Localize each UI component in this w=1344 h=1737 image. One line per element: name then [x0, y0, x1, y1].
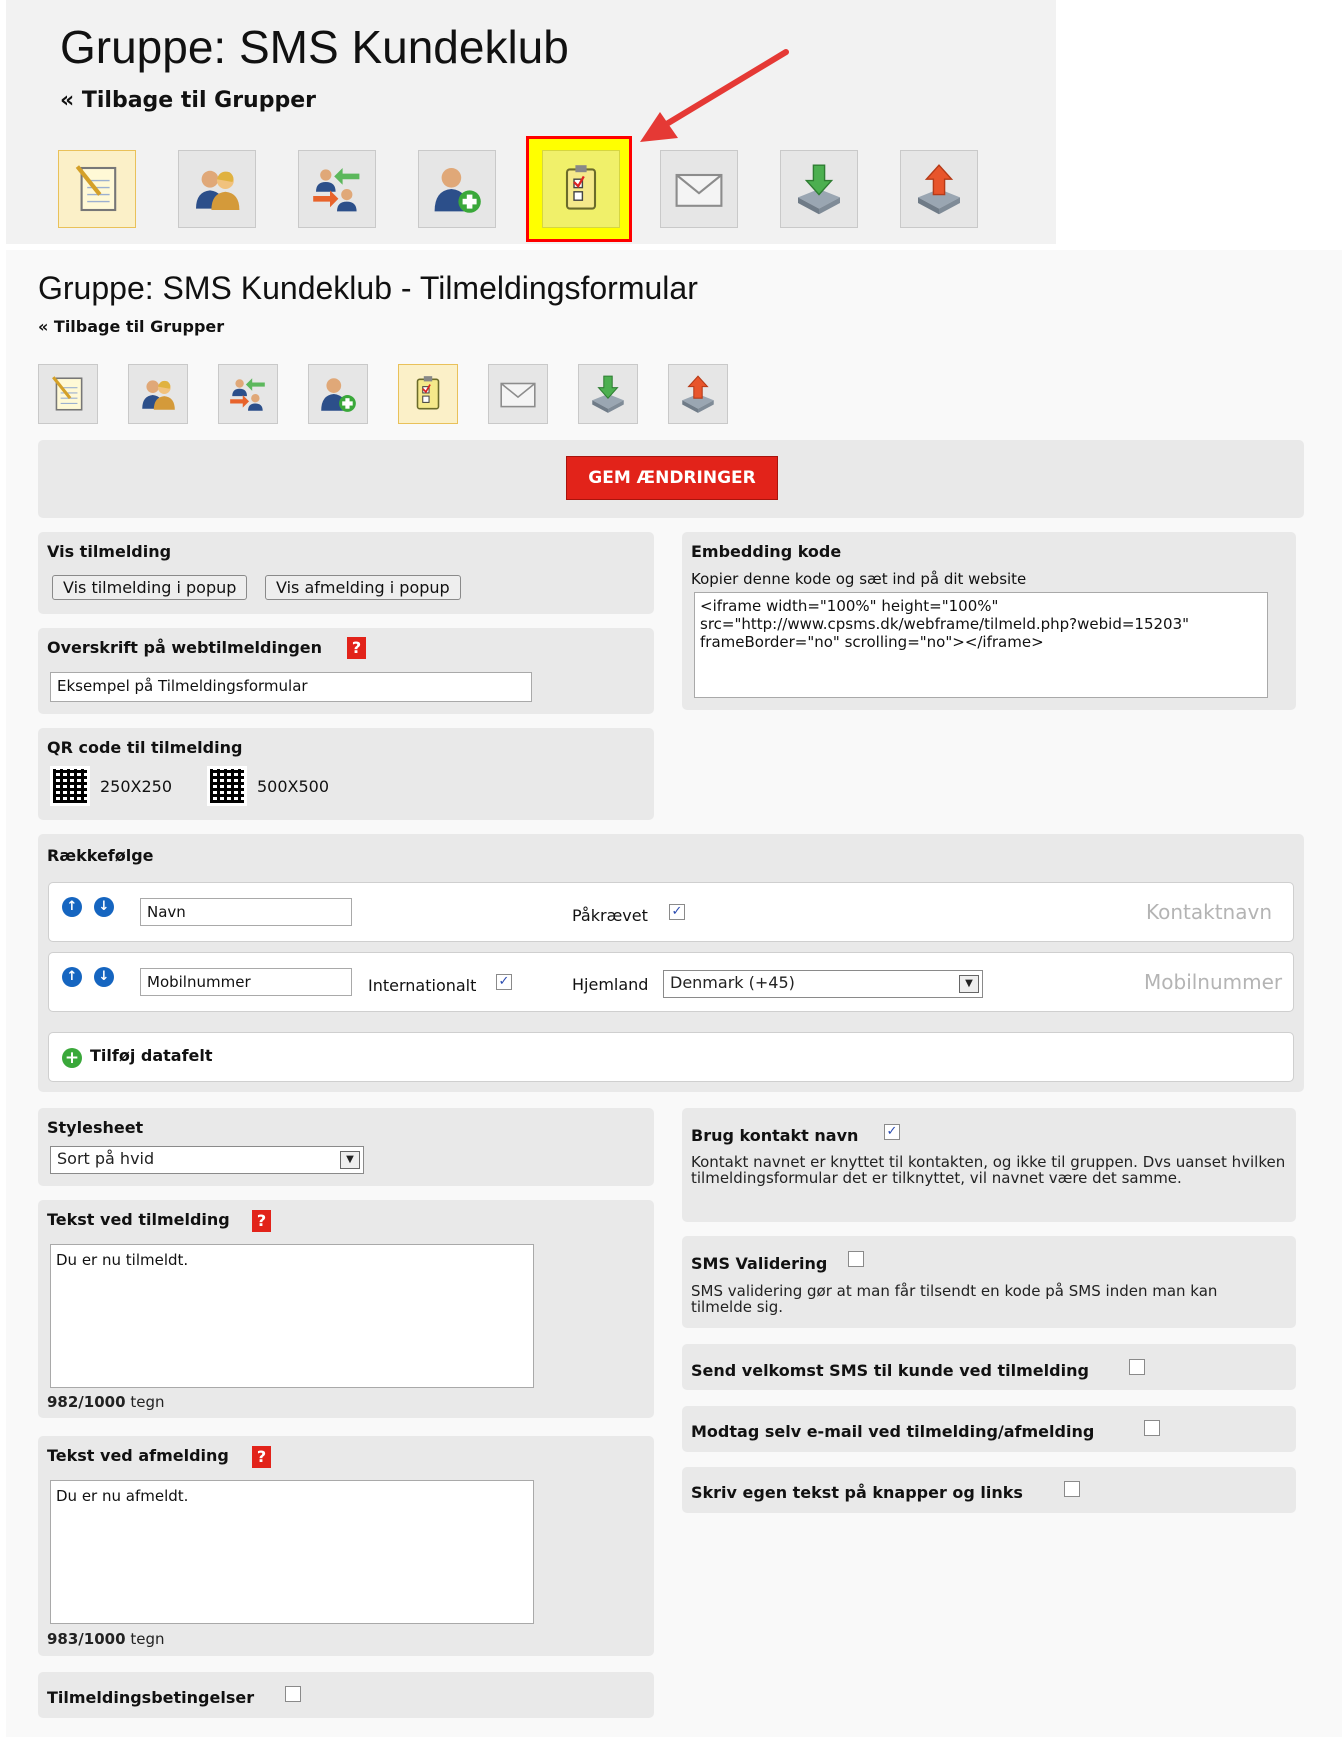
popup-signup-button[interactable]: Vis tilmelding i popup — [52, 575, 248, 600]
field-name-input[interactable]: Navn — [140, 898, 352, 926]
char-unit: tegn — [130, 1393, 165, 1411]
help-icon[interactable]: ? — [347, 637, 366, 659]
popup-unsubscribe-button[interactable]: Vis afmelding i popup — [265, 575, 461, 600]
envelope-icon[interactable] — [660, 150, 738, 228]
betingelser-checkbox[interactable] — [285, 1686, 301, 1702]
egen-tekst-label: Skriv egen tekst på knapper og links — [691, 1483, 1023, 1502]
import-icon[interactable] — [780, 150, 858, 228]
help-icon[interactable]: ? — [252, 1210, 271, 1232]
field-type-label: Mobilnummer — [1144, 970, 1283, 994]
move-up-icon[interactable]: ↑ — [62, 967, 82, 987]
import-icon[interactable] — [578, 364, 638, 424]
add-contact-icon[interactable] — [308, 364, 368, 424]
qr-size-500[interactable]: 500X500 — [257, 777, 329, 796]
transfer-contacts-icon[interactable] — [218, 364, 278, 424]
contacts-icon[interactable] — [178, 150, 256, 228]
embedding-code-textarea[interactable]: <iframe width="100%" height="100%" src="… — [694, 592, 1268, 698]
international-label: Internationalt — [368, 976, 477, 995]
sms-validering-desc: SMS validering gør at man får tilsendt e… — [691, 1282, 1218, 1316]
country-selected: Denmark (+45) — [670, 973, 795, 992]
tekst-afmelding-label: Tekst ved afmelding — [47, 1446, 229, 1465]
velkomst-label: Send velkomst SMS til kunde ved tilmeldi… — [691, 1361, 1089, 1380]
qr-size-250[interactable]: 250X250 — [100, 777, 172, 796]
signup-form-icon[interactable] — [542, 150, 620, 228]
embedding-label: Embedding kode — [691, 542, 842, 561]
qr-code-icon[interactable] — [207, 766, 247, 806]
export-icon[interactable] — [668, 364, 728, 424]
back-link[interactable]: « Tilbage til Grupper — [38, 317, 224, 336]
tekst-tilmelding-label: Tekst ved tilmelding — [47, 1210, 230, 1229]
required-checkbox[interactable]: ✓ — [669, 904, 685, 920]
tekst-afmelding-textarea[interactable]: Du er nu afmeldt. — [50, 1480, 534, 1624]
char-counter: 983/1000 tegn — [47, 1630, 164, 1648]
add-field-row[interactable] — [48, 1032, 1294, 1082]
char-count: 982/1000 — [47, 1393, 126, 1411]
move-up-icon[interactable]: ↑ — [62, 897, 82, 917]
page-title: Gruppe: SMS Kundeklub - Tilmeldingsformu… — [38, 270, 698, 306]
kontakt-navn-label: Brug kontakt navn — [691, 1126, 859, 1145]
sms-validering-label: SMS Validering — [691, 1254, 828, 1273]
sms-validering-checkbox[interactable] — [848, 1251, 864, 1267]
international-checkbox[interactable]: ✓ — [496, 974, 512, 990]
stylesheet-selected: Sort på hvid — [57, 1149, 155, 1168]
char-count: 983/1000 — [47, 1630, 126, 1648]
red-arrow-annotation — [640, 49, 789, 142]
envelope-icon[interactable] — [488, 364, 548, 424]
raekkefolge-label: Rækkefølge — [47, 846, 154, 865]
country-label: Hjemland — [572, 975, 649, 994]
add-field-link[interactable]: Tilføj datafelt — [90, 1046, 213, 1065]
notepad-icon[interactable] — [38, 364, 98, 424]
add-icon[interactable]: + — [62, 1048, 82, 1068]
chevron-down-icon: ▼ — [340, 1151, 360, 1169]
qr-label: QR code til tilmelding — [47, 738, 243, 757]
contacts-icon[interactable] — [128, 364, 188, 424]
chevron-down-icon: ▼ — [959, 975, 979, 993]
save-button[interactable]: GEM ÆNDRINGER — [566, 456, 778, 500]
country-select[interactable]: Denmark (+45) ▼ — [663, 970, 983, 998]
help-icon[interactable]: ? — [252, 1446, 271, 1468]
tekst-tilmelding-textarea[interactable]: Du er nu tilmeldt. — [50, 1244, 534, 1388]
betingelser-label: Tilmeldingsbetingelser — [47, 1688, 255, 1707]
transfer-contacts-icon[interactable] — [298, 150, 376, 228]
banner-back-link[interactable]: « Tilbage til Grupper — [60, 88, 316, 113]
signup-form-icon[interactable] — [398, 364, 458, 424]
overskrift-label: Overskrift på webtilmeldingen — [47, 638, 323, 657]
vis-tilmelding-label: Vis tilmelding — [47, 542, 172, 561]
add-contact-icon[interactable] — [418, 150, 496, 228]
email-checkbox[interactable] — [1144, 1420, 1160, 1436]
stylesheet-select[interactable]: Sort på hvid ▼ — [50, 1146, 364, 1174]
embedding-hint: Kopier denne kode og sæt ind på dit webs… — [691, 570, 1027, 588]
kontakt-navn-checkbox[interactable]: ✓ — [884, 1124, 900, 1140]
required-label: Påkrævet — [572, 906, 648, 925]
velkomst-checkbox[interactable] — [1129, 1359, 1145, 1375]
move-down-icon[interactable]: ↓ — [94, 897, 114, 917]
banner-title: Gruppe: SMS Kundeklub — [60, 21, 569, 73]
notepad-icon[interactable] — [58, 150, 136, 228]
char-counter: 982/1000 tegn — [47, 1393, 164, 1411]
stylesheet-label: Stylesheet — [47, 1118, 144, 1137]
kontakt-navn-desc: Kontakt navnet er knyttet til kontakten,… — [691, 1153, 1286, 1187]
export-icon[interactable] — [900, 150, 978, 228]
char-unit: tegn — [130, 1630, 165, 1648]
field-type-label: Kontaktnavn — [1146, 900, 1272, 924]
overskrift-input[interactable]: Eksempel på Tilmeldingsformular — [50, 672, 532, 702]
email-label: Modtag selv e-mail ved tilmelding/afmeld… — [691, 1422, 1095, 1441]
qr-code-icon[interactable] — [50, 766, 90, 806]
field-mobile-input[interactable]: Mobilnummer — [140, 968, 352, 996]
egen-tekst-checkbox[interactable] — [1064, 1481, 1080, 1497]
move-down-icon[interactable]: ↓ — [94, 967, 114, 987]
